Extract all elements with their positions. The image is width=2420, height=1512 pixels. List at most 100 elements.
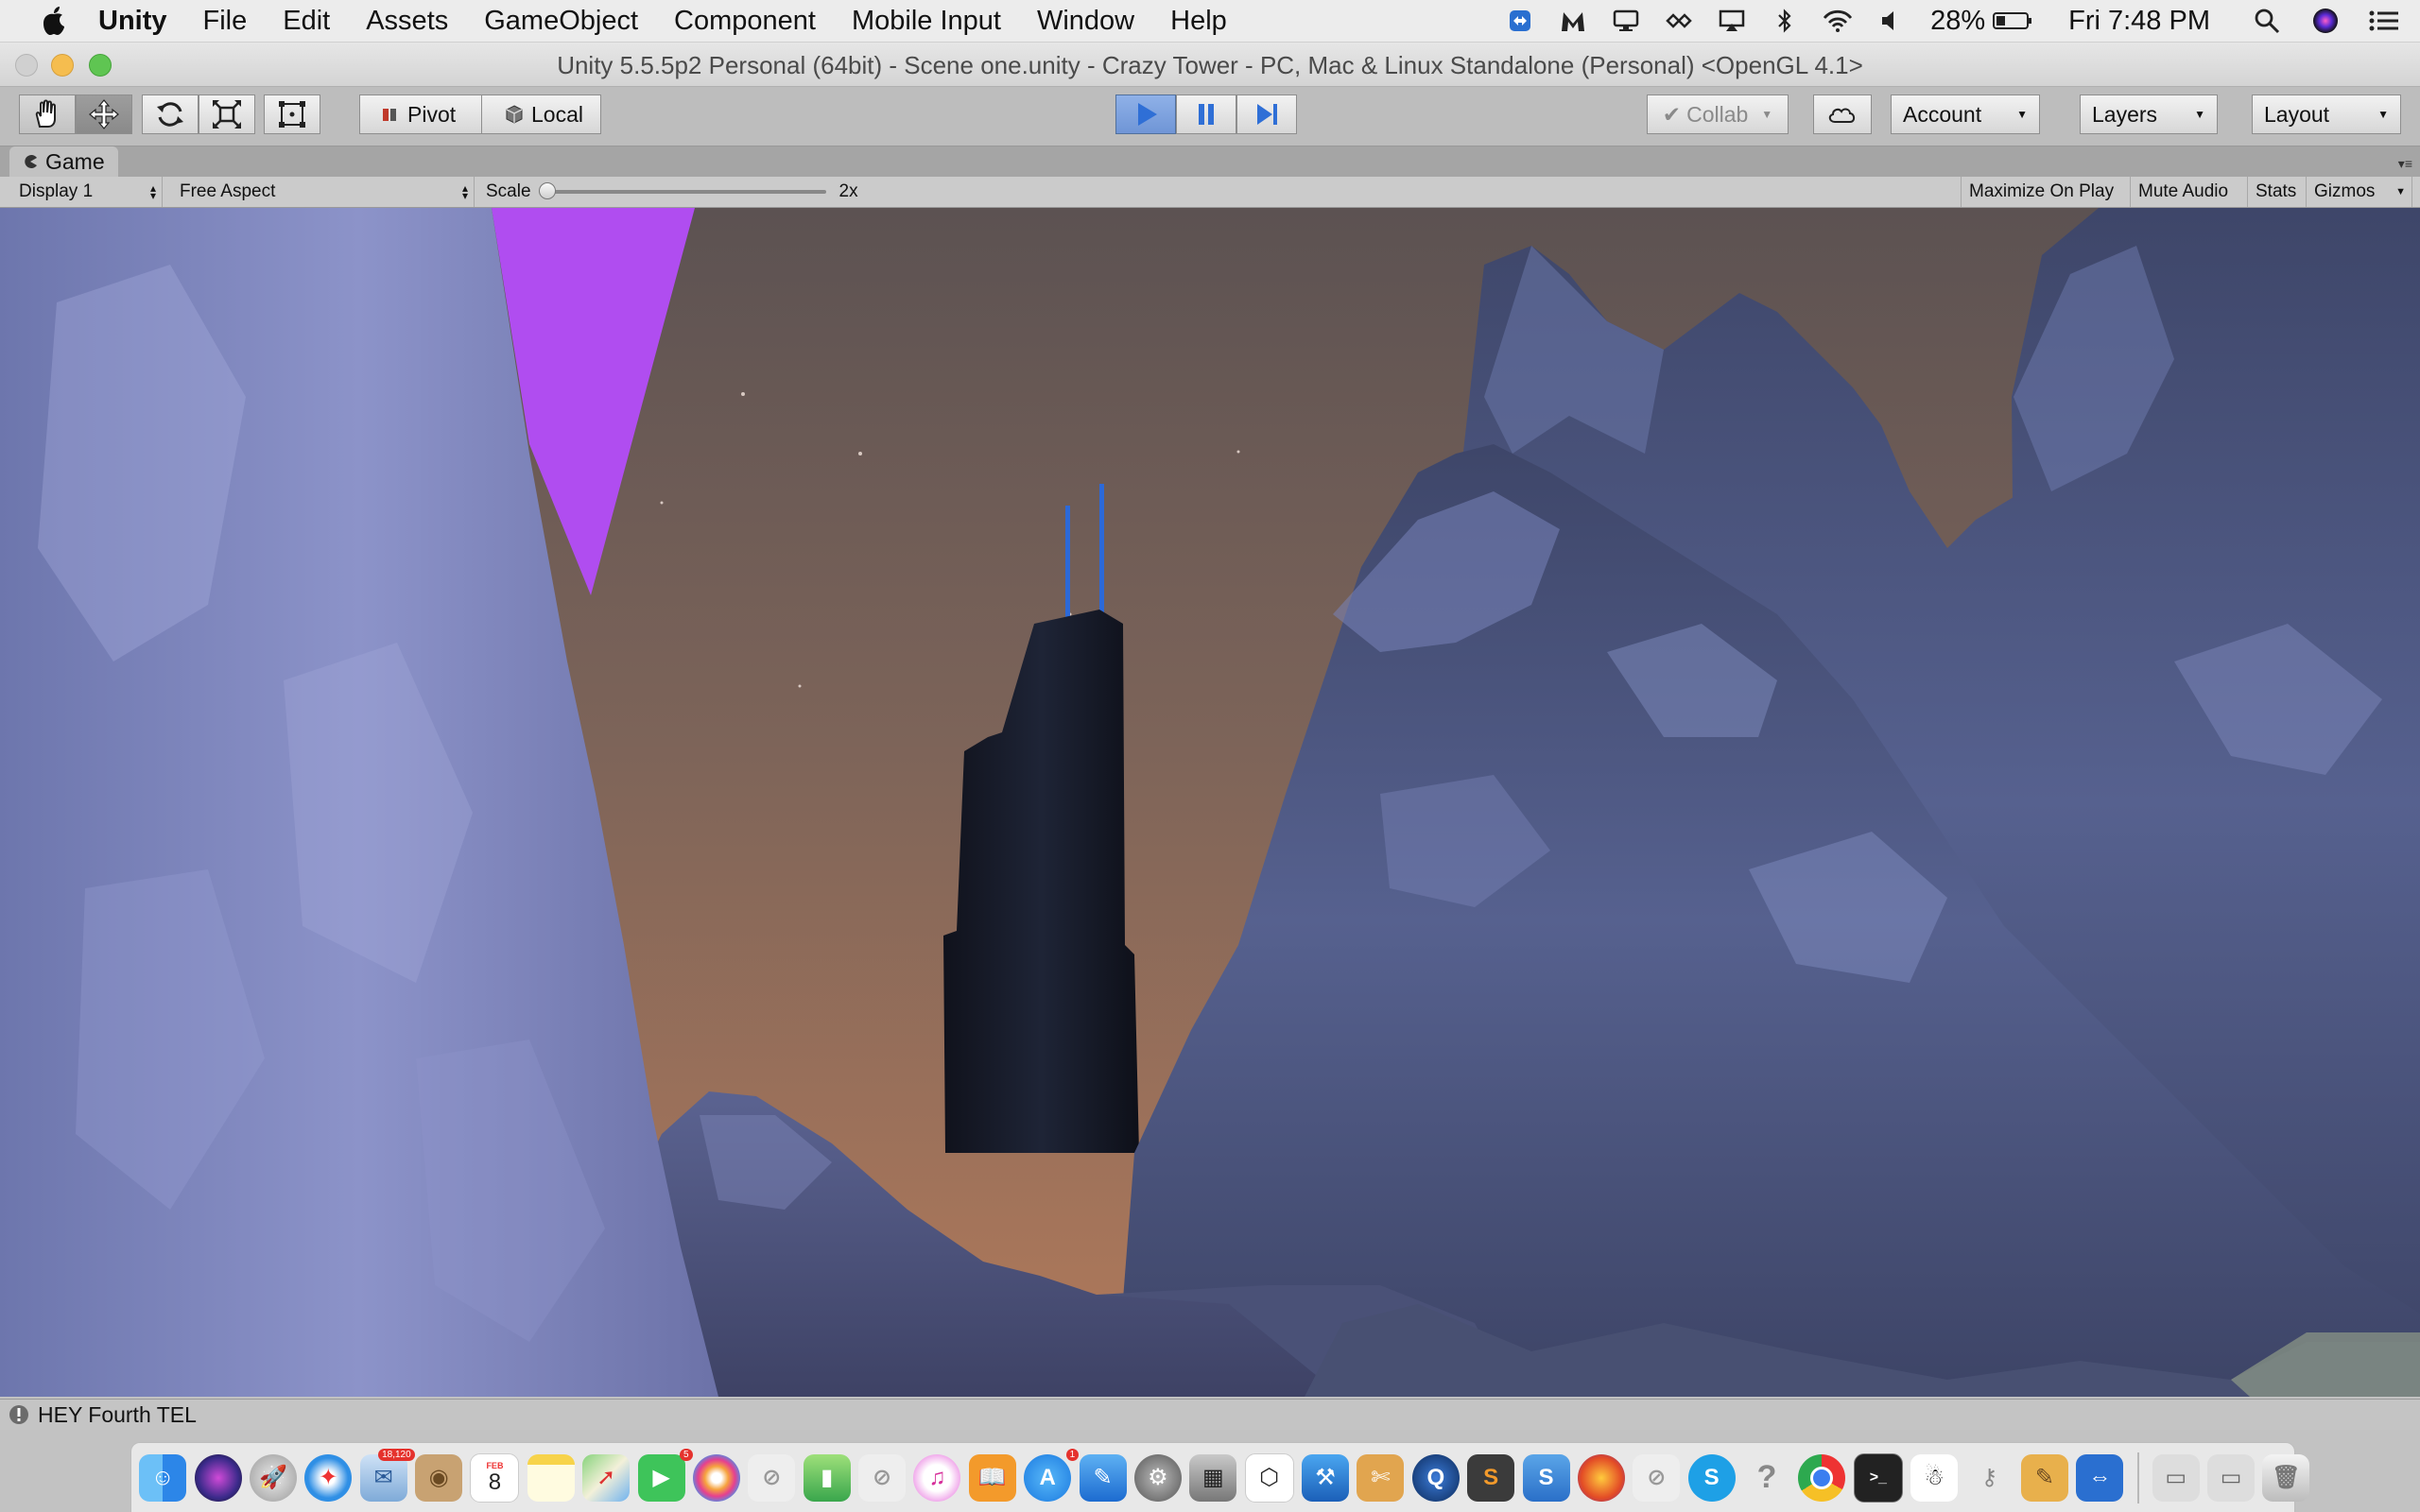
menu-edit[interactable]: Edit (283, 6, 330, 37)
firefox-icon[interactable] (1577, 1453, 1625, 1502)
scale-slider[interactable] (538, 182, 826, 199)
system-preferences-icon[interactable]: ⚙ (1133, 1453, 1182, 1502)
play-button[interactable] (1115, 94, 1176, 134)
siri-icon[interactable] (2307, 0, 2344, 42)
volume-icon[interactable] (1872, 0, 1910, 42)
keychain-icon[interactable]: ⚷ (1966, 1454, 2014, 1502)
layout-label: Layout (2264, 101, 2330, 127)
scale-icon (213, 100, 241, 129)
itunes-icon[interactable]: ♫ (913, 1453, 961, 1502)
tab-game[interactable]: Game (9, 146, 118, 177)
chrome-icon[interactable] (1798, 1453, 1846, 1502)
script-icon[interactable]: S (1522, 1453, 1570, 1502)
battery-icon[interactable] (1991, 0, 2034, 42)
panel-menu-icon[interactable]: ▾≡ (2398, 156, 2412, 172)
calendar-icon[interactable]: FEB 8 (470, 1452, 520, 1503)
siri-dock-icon[interactable] (194, 1453, 242, 1502)
game-viewport[interactable] (0, 208, 2420, 1397)
finder-icon[interactable]: ☺ (139, 1453, 187, 1502)
menu-file[interactable]: File (203, 6, 248, 37)
ibooks-icon[interactable]: 📖 (968, 1453, 1016, 1502)
menu-help[interactable]: Help (1170, 6, 1227, 37)
unity-icon[interactable]: ⬡ (1244, 1452, 1294, 1503)
skype-icon[interactable]: S (1687, 1453, 1736, 1502)
app-menu-unity[interactable]: Unity (98, 6, 167, 37)
malwarebytes-icon[interactable] (1554, 0, 1592, 42)
display-label: Display 1 (19, 181, 94, 201)
sublime-text-icon[interactable]: S (1467, 1453, 1515, 1502)
hand-tool-button[interactable] (19, 94, 76, 134)
blocked-app-icon[interactable]: ⊘ (1633, 1453, 1681, 1502)
cloud-services-button[interactable] (1813, 94, 1872, 134)
downloads-stack-icon[interactable]: ▭ (2152, 1453, 2200, 1502)
bluetooth-icon[interactable] (1766, 0, 1804, 42)
xcode-tools-icon[interactable]: ⚒ (1302, 1453, 1350, 1502)
hand-icon (35, 99, 56, 128)
pause-button[interactable] (1176, 94, 1236, 134)
display-icon[interactable] (1607, 0, 1645, 42)
app-store-icon[interactable]: A1 (1024, 1448, 1080, 1502)
window-title-bar: Unity 5.5.5p2 Personal (64bit) - Scene o… (0, 43, 2420, 87)
mail-icon[interactable]: ✉ 18,120 (359, 1448, 415, 1502)
chevron-down-icon: ▼ (2395, 186, 2406, 198)
safari-icon[interactable]: ✦ (304, 1453, 353, 1502)
apple-menu-icon[interactable] (38, 5, 70, 37)
teamviewer-status-icon[interactable] (1501, 0, 1539, 42)
maximize-on-play-toggle[interactable]: Maximize On Play (1961, 177, 2131, 207)
wifi-icon[interactable] (1819, 0, 1857, 42)
menu-component[interactable]: Component (674, 6, 816, 37)
rect-tool-button[interactable] (264, 94, 320, 134)
terminal-icon[interactable]: >_ (1853, 1452, 1903, 1503)
contacts-icon[interactable]: ◉ (415, 1453, 463, 1502)
menu-mobile-input[interactable]: Mobile Input (852, 6, 1001, 37)
pivot-toggle-button[interactable]: Pivot (359, 94, 482, 134)
numbers-icon[interactable]: ▮ (803, 1453, 851, 1502)
pause-icon (1199, 104, 1214, 125)
scale-slider-thumb[interactable] (538, 182, 556, 199)
clock[interactable]: Fri 7:48 PM (2068, 6, 2210, 37)
launchpad-icon[interactable]: 🚀 (249, 1453, 297, 1502)
airplay-icon[interactable] (1713, 0, 1751, 42)
stats-toggle[interactable]: Stats (2248, 177, 2307, 207)
character-app-icon[interactable]: ☃ (1910, 1453, 1959, 1502)
notes-icon[interactable] (527, 1453, 575, 1502)
display-dropdown[interactable]: Display 1 ▴ ▾ (11, 177, 163, 207)
help-icon[interactable]: ? (1743, 1454, 1790, 1502)
spotlight-search-icon[interactable] (2248, 0, 2286, 42)
quicktime-icon[interactable]: Q (1411, 1453, 1460, 1502)
notification-center-icon[interactable] (2365, 0, 2403, 42)
scale-label: Scale (486, 181, 531, 201)
collab-dropdown[interactable]: ✔ Collab ▼ (1647, 94, 1789, 134)
script-editor-icon[interactable]: ✎ (2020, 1453, 2068, 1502)
trash-icon[interactable]: 🗑 (2262, 1453, 2310, 1502)
move-tool-button[interactable] (76, 94, 132, 134)
console-status-bar[interactable]: HEY Fourth TEL (0, 1399, 2420, 1430)
account-dropdown[interactable]: Account ▼ (1891, 94, 2040, 134)
layers-dropdown[interactable]: Layers ▼ (2080, 94, 2218, 134)
instruments-icon[interactable]: ✄ (1357, 1453, 1405, 1502)
blocked-app-icon[interactable]: ⊘ (748, 1453, 796, 1502)
creative-cloud-icon[interactable] (1660, 0, 1698, 42)
menu-gameobject[interactable]: GameObject (484, 6, 638, 37)
documents-stack-icon[interactable]: ▭ (2207, 1453, 2256, 1502)
scale-value: 2x (838, 181, 858, 201)
scale-tool-button[interactable] (199, 94, 255, 134)
blocked-app-icon[interactable]: ⊘ (858, 1453, 907, 1502)
move-arrows-icon (89, 99, 119, 129)
maps-icon[interactable]: ➚ (582, 1453, 631, 1502)
layout-dropdown[interactable]: Layout ▼ (2252, 94, 2401, 134)
rotate-tool-button[interactable] (142, 94, 199, 134)
facetime-icon[interactable]: ▶ 5 (637, 1448, 693, 1502)
xcode-icon[interactable]: ✎ (1079, 1453, 1127, 1502)
mute-audio-toggle[interactable]: Mute Audio (2131, 177, 2248, 207)
photos-icon[interactable] (692, 1453, 740, 1502)
gizmos-dropdown[interactable]: Gizmos ▼ (2307, 177, 2412, 207)
racing-app-icon[interactable]: ▦ (1189, 1453, 1237, 1502)
aspect-dropdown[interactable]: Free Aspect ▴ ▾ (172, 177, 475, 207)
menu-assets[interactable]: Assets (366, 6, 448, 37)
teamviewer-icon[interactable]: ⇔ (2076, 1453, 2124, 1502)
local-toggle-button[interactable]: Local (481, 94, 601, 134)
dock: ☺ 🚀 ✦ ✉ 18,120 ◉ FEB 8 ➚ ▶ 5 ⊘ ▮ ⊘ ♫ 📖 A1 … (130, 1442, 2310, 1512)
step-button[interactable] (1236, 94, 1297, 134)
menu-window[interactable]: Window (1037, 6, 1134, 37)
